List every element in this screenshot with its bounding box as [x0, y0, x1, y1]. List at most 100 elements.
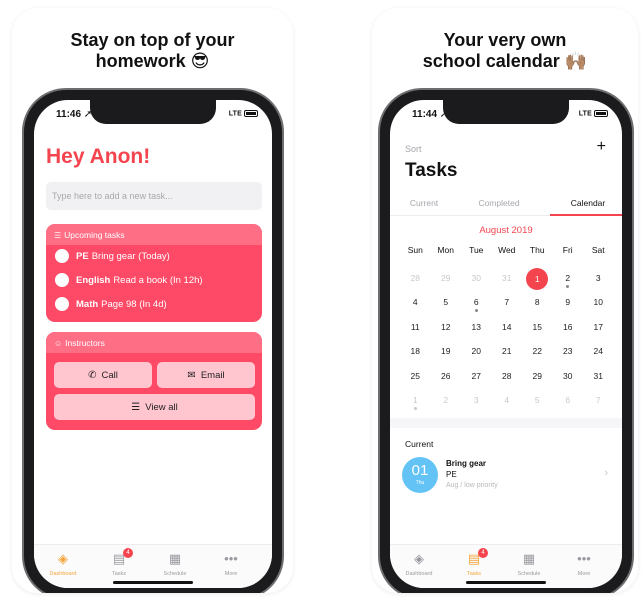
calendar-day-number: 25 — [410, 370, 420, 381]
calendar-day-number: 9 — [565, 297, 571, 307]
weekday-label: Wed — [498, 245, 516, 255]
calendar-day[interactable]: 8 — [522, 297, 553, 307]
calendar-day[interactable]: 7 — [583, 395, 614, 405]
calendar-day-number: 20 — [471, 346, 481, 356]
calendar-day[interactable]: 25 — [400, 371, 431, 381]
calendar-day[interactable]: 29 — [431, 273, 462, 283]
upcoming-task-item[interactable]: English Read a book (In 12h) — [46, 269, 262, 293]
view-all-button[interactable]: ☰ View all — [54, 394, 255, 420]
bottom-tab-bar: ◈ Dashboard ▤ 4 Tasks ▦ Schedule ••• More — [34, 544, 272, 588]
new-task-input[interactable]: Type here to add a new task... — [46, 182, 262, 210]
call-button[interactable]: ✆ Call — [54, 362, 152, 388]
calendar-day[interactable]: 6 — [461, 297, 492, 312]
calendar-day[interactable]: 15 — [522, 322, 553, 332]
upcoming-task-item[interactable]: PE Bring gear (Today) — [46, 245, 262, 269]
tab-more[interactable]: ••• More — [559, 551, 609, 577]
calendar-day[interactable]: 1 — [400, 395, 431, 410]
battery-icon — [594, 110, 608, 117]
calendar-day[interactable]: 29 — [522, 371, 553, 381]
calendar-day[interactable]: 31 — [492, 273, 523, 283]
calendar-month-title: August 2019 — [479, 225, 533, 236]
phone-screen: 11:46 ➚ LTE Hey Anon! Type here to add a… — [34, 100, 272, 588]
instructors-panel: ☺ Instructors ✆ Call ✉ Email ☰ View all — [46, 332, 262, 430]
tab-dashboard[interactable]: ◈ Dashboard — [394, 551, 444, 577]
task-meta: Aug / low priority — [446, 482, 498, 489]
tab-schedule[interactable]: ▦ Schedule — [504, 551, 554, 577]
calendar-day[interactable]: 5 — [431, 297, 462, 307]
current-section-label: Current — [405, 439, 434, 449]
calendar-day[interactable]: 3 — [583, 273, 614, 283]
calendar-day[interactable]: 18 — [400, 346, 431, 356]
calendar-day[interactable]: 28 — [492, 371, 523, 381]
task-checkbox[interactable] — [55, 249, 69, 263]
calendar-day[interactable]: 30 — [461, 273, 492, 283]
calendar-day[interactable]: 2 — [431, 395, 462, 405]
upcoming-task-item[interactable]: Math Page 98 (In 4d) — [46, 293, 262, 317]
promo-headline: Stay on top of your homework 😎 — [12, 30, 293, 72]
calendar-day[interactable]: 5 — [522, 395, 553, 405]
weekday-label: Sat — [591, 245, 605, 255]
calendar-day[interactable]: 14 — [492, 322, 523, 332]
tab-label: Dashboard — [405, 571, 433, 577]
tab-current[interactable]: Current — [394, 196, 454, 216]
tab-tasks[interactable]: ▤ 4 Tasks — [94, 548, 144, 577]
calendar-day[interactable]: 23 — [553, 346, 584, 356]
calendar-day-selected[interactable]: 1 — [522, 267, 553, 290]
calendar-day[interactable]: 26 — [431, 371, 462, 381]
calendar-day[interactable]: 31 — [583, 371, 614, 381]
tab-label: Tasks — [111, 571, 127, 577]
calendar-day[interactable]: 27 — [461, 371, 492, 381]
calendar-day[interactable]: 4 — [492, 395, 523, 405]
calendar-day[interactable]: 20 — [461, 346, 492, 356]
calendar-day[interactable]: 11 — [400, 322, 431, 332]
calendar-week-row: 18 19 20 21 22 23 24 — [400, 343, 614, 368]
calendar-day-number: 1 — [526, 267, 549, 290]
calendar-day[interactable]: 16 — [553, 322, 584, 332]
headline-line-1: Stay on top of your — [70, 30, 235, 50]
tab-tasks[interactable]: ▤ 4 Tasks — [449, 548, 499, 577]
sort-button[interactable]: Sort — [405, 144, 422, 154]
calendar-day[interactable]: 21 — [492, 346, 523, 356]
calendar-day[interactable]: 17 — [583, 322, 614, 332]
network-label: LTE — [578, 110, 592, 118]
tab-dashboard[interactable]: ◈ Dashboard — [38, 551, 88, 577]
calendar-day-number: 14 — [502, 321, 512, 332]
calendar-day[interactable]: 12 — [431, 322, 462, 332]
calendar-day[interactable]: 13 — [461, 322, 492, 332]
calendar-day[interactable]: 10 — [583, 297, 614, 307]
email-button[interactable]: ✉ Email — [157, 362, 255, 388]
tab-calendar[interactable]: Calendar — [550, 196, 622, 216]
weekday-header: Sun Mon Tue Wed Thu Fri Sat — [400, 245, 614, 270]
email-label: Email — [200, 370, 225, 381]
bottom-tab-bar: ◈ Dashboard ▤ 4 Tasks ▦ Schedule ••• More — [390, 544, 622, 588]
calendar-day[interactable]: 22 — [522, 346, 553, 356]
calendar-day-number: 22 — [532, 346, 542, 356]
calendar-day[interactable]: 19 — [431, 346, 462, 356]
add-task-button[interactable]: + — [597, 138, 606, 156]
calendar-day[interactable]: 4 — [400, 297, 431, 307]
task-day: 01 — [411, 462, 429, 479]
calendar-day[interactable]: 2 — [553, 272, 584, 288]
task-subject: PE — [76, 251, 89, 262]
tab-more[interactable]: ••• More — [206, 551, 256, 577]
calendar-day[interactable]: 9 — [553, 297, 584, 307]
calendar-day[interactable]: 3 — [461, 395, 492, 405]
phone-icon: ✆ — [88, 370, 97, 381]
calendar-day[interactable]: 28 — [400, 273, 431, 283]
signal-indicator: LTE — [229, 110, 258, 117]
calendar-day-number: 3 — [473, 395, 479, 405]
calendar-day[interactable]: 30 — [553, 371, 584, 381]
calendar-day[interactable]: 24 — [583, 346, 614, 356]
task-checkbox[interactable] — [55, 273, 69, 287]
tab-completed[interactable]: Completed — [466, 196, 532, 216]
task-checkbox[interactable] — [55, 297, 69, 311]
task-title: Bring gear — [446, 459, 487, 468]
tab-schedule[interactable]: ▦ Schedule — [150, 551, 200, 577]
calendar-day-number: 2 — [565, 272, 571, 283]
status-time: 11:46 ➚ — [56, 109, 93, 120]
home-indicator — [466, 581, 546, 584]
calendar-day[interactable]: 7 — [492, 297, 523, 307]
calendar-day[interactable]: 6 — [553, 395, 584, 405]
task-row[interactable]: 01 Thu Bring gear PE Aug / low priority … — [402, 455, 614, 495]
calendar-day-number: 16 — [563, 321, 573, 332]
